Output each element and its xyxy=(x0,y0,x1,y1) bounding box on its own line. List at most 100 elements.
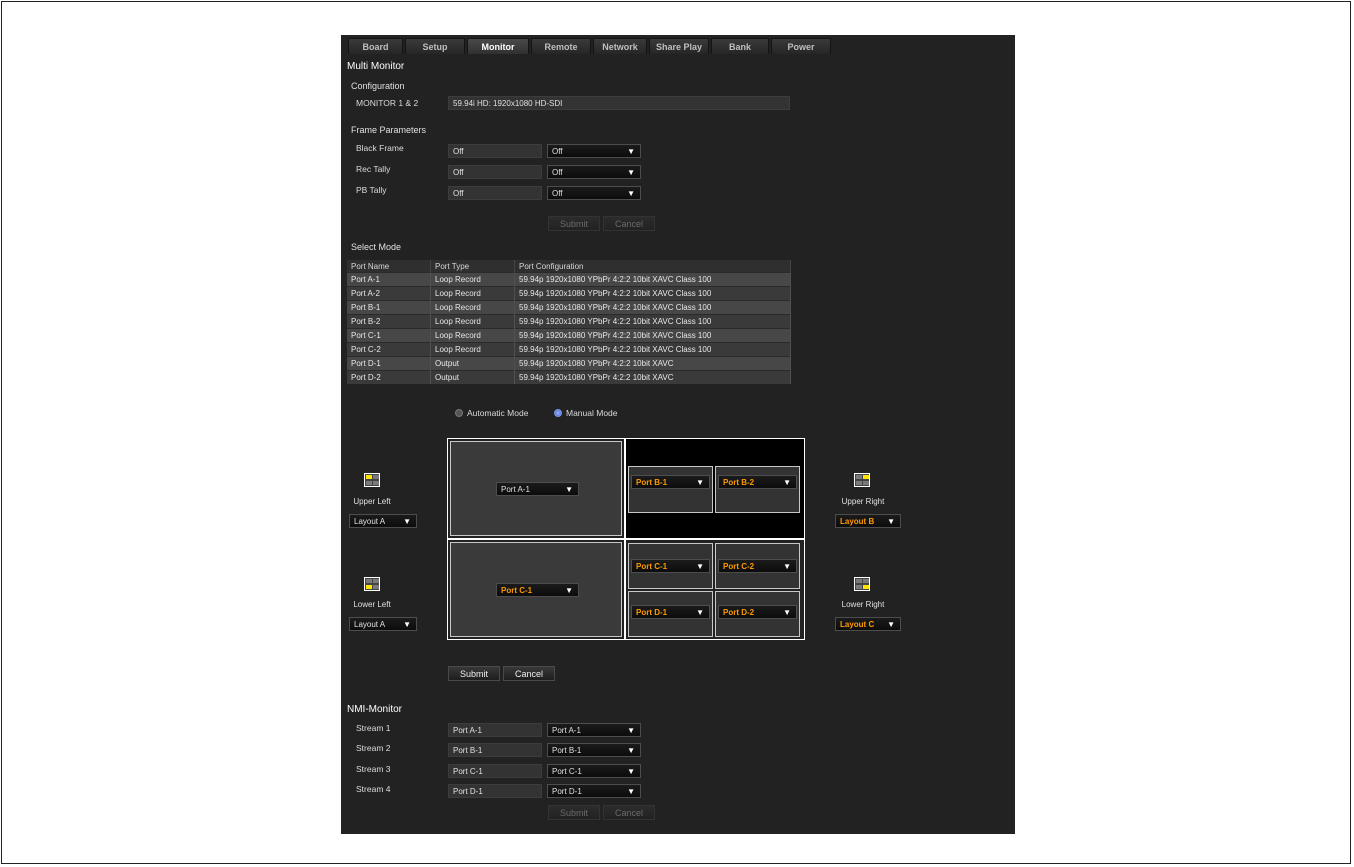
port-table: Port Name Port Type Port Configuration P… xyxy=(347,260,791,384)
port-name-cell: Port D-1 xyxy=(347,356,431,371)
triangle-down-icon: ▼ xyxy=(783,478,791,487)
manual-mode-radio[interactable] xyxy=(554,409,562,417)
stream-2-select[interactable]: Port B-1 ▼ xyxy=(547,743,641,757)
port-config-cell: 59.94p 1920x1080 YPbPr 4:2:2 10bit XAVC … xyxy=(514,314,791,329)
table-header-row: Port Name Port Type Port Configuration xyxy=(347,260,791,273)
lower-left-quadrant: Port C-1 ▼ xyxy=(447,539,625,640)
lower-right-cell-4: Port D-2 ▼ xyxy=(715,591,800,637)
triangle-down-icon: ▼ xyxy=(783,608,791,617)
triangle-down-icon: ▼ xyxy=(696,608,704,617)
port-config-cell: 59.94p 1920x1080 YPbPr 4:2:2 10bit XAVC … xyxy=(514,300,791,315)
configuration-title: Configuration xyxy=(351,81,405,91)
tab-network[interactable]: Network xyxy=(593,38,647,54)
black-frame-label: Black Frame xyxy=(356,143,404,153)
lower-right-layout-value: Layout C xyxy=(840,620,875,629)
nmi-cancel-button[interactable]: Cancel xyxy=(603,805,655,820)
tab-share-play[interactable]: Share Play xyxy=(649,38,709,54)
lower-left-layout-select[interactable]: Layout A ▼ xyxy=(349,617,417,631)
lower-left-port-select[interactable]: Port C-1 ▼ xyxy=(496,583,579,597)
monitor-settings-panel: Board Setup Monitor Remote Network Share… xyxy=(341,35,1015,834)
port-type-cell: Loop Record xyxy=(430,342,515,357)
table-row[interactable]: Port D-2 Output 59.94p 1920x1080 YPbPr 4:2… xyxy=(347,370,791,384)
stream-4-current: Port D-1 xyxy=(448,784,542,798)
layout-submit-button[interactable]: Submit xyxy=(448,666,500,681)
tab-bank[interactable]: Bank xyxy=(711,38,769,54)
lower-left-port-value: Port C-1 xyxy=(501,586,533,595)
stream-1-label: Stream 1 xyxy=(356,723,391,733)
stream-1-select[interactable]: Port A-1 ▼ xyxy=(547,723,641,737)
pb-tally-select[interactable]: Off ▼ xyxy=(547,186,641,200)
lower-right-port-3-select[interactable]: Port D-1 ▼ xyxy=(631,605,710,619)
tab-setup[interactable]: Setup xyxy=(405,38,465,54)
triangle-down-icon: ▼ xyxy=(627,147,635,156)
upper-right-cell-1: Port B-1 ▼ xyxy=(628,466,713,513)
stream-3-select[interactable]: Port C-1 ▼ xyxy=(547,764,641,778)
stream-4-select-value: Port D-1 xyxy=(552,787,582,796)
upper-right-port-2-select[interactable]: Port B-2 ▼ xyxy=(718,475,797,489)
table-row[interactable]: Port C-1 Loop Record 59.94p 1920x1080 YPbP… xyxy=(347,328,791,343)
stream-2-label: Stream 2 xyxy=(356,743,391,753)
port-config-cell: 59.94p 1920x1080 YPbPr 4:2:2 10bit XAVC … xyxy=(514,328,791,343)
upper-right-port-1-value: Port B-1 xyxy=(636,478,668,487)
table-row[interactable]: Port A-2 Loop Record 59.94p 1920x1080 YPbP… xyxy=(347,286,791,301)
lower-right-port-2-select[interactable]: Port C-2 ▼ xyxy=(718,559,797,573)
layout-cancel-button[interactable]: Cancel xyxy=(503,666,555,681)
automatic-mode-label: Automatic Mode xyxy=(467,408,529,418)
port-config-cell: 59.94p 1920x1080 YPbPr 4:2:2 10bit XAVC … xyxy=(514,342,791,357)
black-frame-select[interactable]: Off ▼ xyxy=(547,144,641,158)
tab-remote[interactable]: Remote xyxy=(531,38,591,54)
triangle-down-icon: ▼ xyxy=(627,746,635,755)
triangle-down-icon: ▼ xyxy=(565,586,573,595)
lower-right-port-3-value: Port D-1 xyxy=(636,608,668,617)
stream-2-select-value: Port B-1 xyxy=(552,746,582,755)
column-header: Port Type xyxy=(430,260,515,273)
table-row[interactable]: Port A-1 Loop Record 59.94p 1920x1080 YPbP… xyxy=(347,272,791,287)
lower-right-port-4-select[interactable]: Port D-2 ▼ xyxy=(718,605,797,619)
pb-tally-label: PB Tally xyxy=(356,185,387,195)
stream-1-current: Port A-1 xyxy=(448,723,542,737)
black-frame-select-value: Off xyxy=(552,147,563,156)
column-header: Port Configuration xyxy=(514,260,791,273)
upper-right-cell-2: Port B-2 ▼ xyxy=(715,466,800,513)
port-config-cell: 59.94p 1920x1080 YPbPr 4:2:2 10bit XAVC … xyxy=(514,272,791,287)
upper-left-port-select[interactable]: Port A-1 ▼ xyxy=(496,482,579,496)
triangle-down-icon: ▼ xyxy=(403,620,411,629)
nmi-submit-button[interactable]: Submit xyxy=(548,805,600,820)
lower-right-port-4-value: Port D-2 xyxy=(723,608,755,617)
triangle-down-icon: ▼ xyxy=(627,168,635,177)
upper-right-quadrant: Port B-1 ▼ Port B-2 ▼ xyxy=(625,438,805,539)
frame-parameters-title: Frame Parameters xyxy=(351,125,427,135)
lower-right-layout-select[interactable]: Layout C ▼ xyxy=(835,617,901,631)
upper-right-layout-value: Layout B xyxy=(840,517,875,526)
stream-3-current: Port C-1 xyxy=(448,764,542,778)
port-type-cell: Loop Record xyxy=(430,286,515,301)
table-row[interactable]: Port B-2 Loop Record 59.94p 1920x1080 YPbP… xyxy=(347,314,791,329)
port-config-cell: 59.94p 1920x1080 YPbPr 4:2:2 10bit XAVC xyxy=(514,370,791,384)
triangle-down-icon: ▼ xyxy=(565,485,573,494)
upper-left-layout-select[interactable]: Layout A ▼ xyxy=(349,514,417,528)
upper-right-layout-select[interactable]: Layout B ▼ xyxy=(835,514,901,528)
stream-4-select[interactable]: Port D-1 ▼ xyxy=(547,784,641,798)
table-row[interactable]: Port B-1 Loop Record 59.94p 1920x1080 YPbP… xyxy=(347,300,791,315)
lower-right-port-1-value: Port C-1 xyxy=(636,562,668,571)
tab-board[interactable]: Board xyxy=(348,38,403,54)
frame-submit-button[interactable]: Submit xyxy=(548,216,600,231)
port-name-cell: Port A-1 xyxy=(347,272,431,287)
rec-tally-select[interactable]: Off ▼ xyxy=(547,165,641,179)
triangle-down-icon: ▼ xyxy=(887,517,895,526)
upper-right-label: Upper Right xyxy=(841,497,885,506)
stream-2-current: Port B-1 xyxy=(448,743,542,757)
port-type-cell: Output xyxy=(430,370,515,384)
lower-right-port-2-value: Port C-2 xyxy=(723,562,755,571)
lower-right-port-1-select[interactable]: Port C-1 ▼ xyxy=(631,559,710,573)
table-row[interactable]: Port C-2 Loop Record 59.94p 1920x1080 YPbP… xyxy=(347,342,791,357)
automatic-mode-radio[interactable] xyxy=(455,409,463,417)
frame-cancel-button[interactable]: Cancel xyxy=(603,216,655,231)
configuration-value: 59.94i HD: 1920x1080 HD-SDI xyxy=(448,96,790,110)
upper-right-port-1-select[interactable]: Port B-1 ▼ xyxy=(631,475,710,489)
pb-tally-current: Off xyxy=(448,186,542,200)
table-row[interactable]: Port D-1 Output 59.94p 1920x1080 YPbPr 4:2… xyxy=(347,356,791,371)
tab-monitor[interactable]: Monitor xyxy=(467,38,529,54)
stream-4-label: Stream 4 xyxy=(356,784,391,794)
tab-power[interactable]: Power xyxy=(771,38,831,54)
